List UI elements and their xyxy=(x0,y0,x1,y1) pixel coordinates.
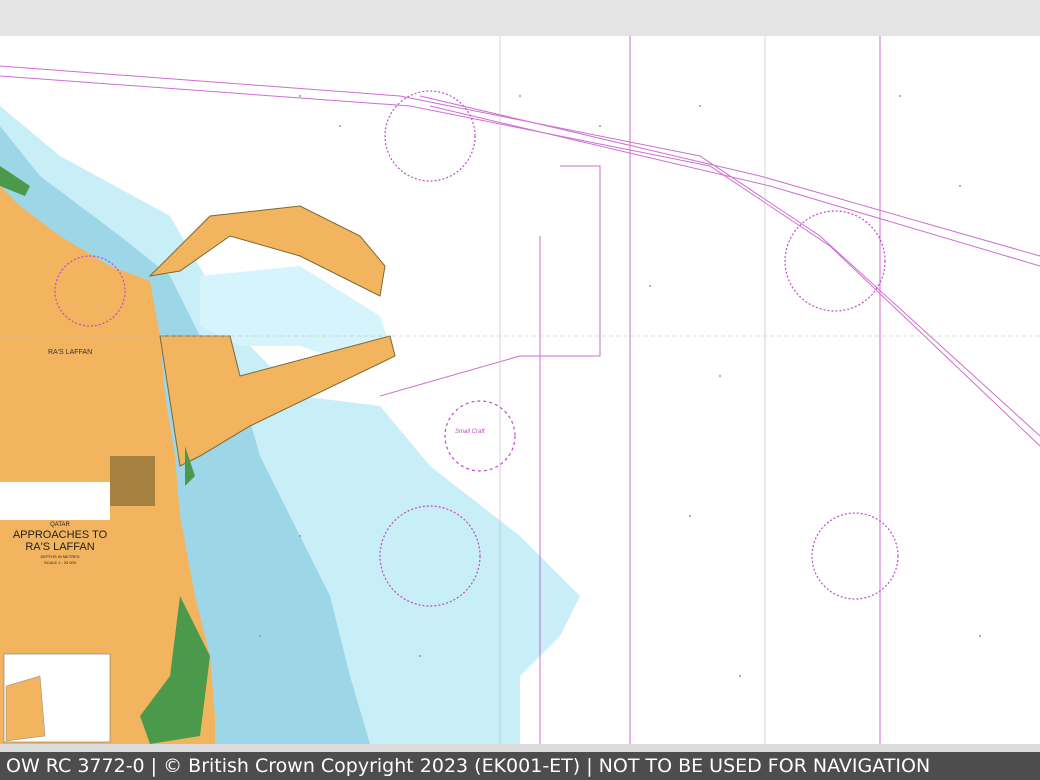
title-country: QATAR xyxy=(50,522,70,528)
copyright-footer: OW RC 3772-0 | © British Crown Copyright… xyxy=(0,752,1040,780)
title-line2: RA'S LAFFAN xyxy=(25,541,94,553)
top-bar xyxy=(0,0,1040,36)
place-label: RA'S LAFFAN xyxy=(48,349,92,356)
nautical-chart[interactable]: QATAR APPROACHES TO RA'S LAFFAN DEPTHS I… xyxy=(0,36,1040,744)
title-line1: APPROACHES TO xyxy=(13,529,108,541)
area-label: Small Craft xyxy=(455,429,485,435)
title-panel xyxy=(0,482,110,520)
bottom-strip xyxy=(0,744,1040,752)
title-subtitle: DEPTHS IN METRES xyxy=(40,554,79,559)
title-scale: SCALE 1 : 25 000 xyxy=(44,560,77,565)
